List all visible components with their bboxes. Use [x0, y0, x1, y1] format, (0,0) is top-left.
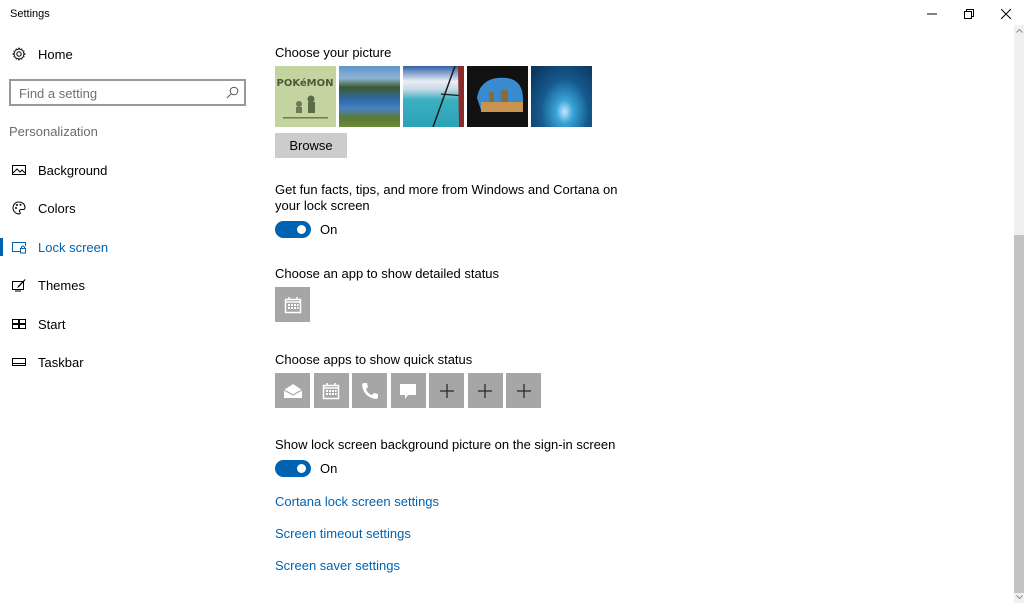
sidebar-item-label: Themes — [38, 278, 85, 293]
sidebar-item-label: Background — [38, 163, 108, 178]
palette-icon — [12, 201, 26, 215]
detailed-status-heading: Choose an app to show detailed status — [275, 266, 500, 281]
signin-bg-toggle[interactable] — [275, 460, 311, 477]
message-icon — [400, 383, 416, 399]
sidebar-item-label: Colors — [38, 201, 76, 216]
start-icon — [12, 319, 26, 329]
phone-icon — [361, 382, 378, 399]
title-bar: Settings — [0, 0, 1024, 30]
detailed-status-app-button[interactable] — [275, 287, 310, 322]
window-title: Settings — [10, 8, 50, 20]
search-input[interactable]: Find a setting — [9, 79, 246, 106]
quick-status-mail-button[interactable] — [275, 373, 310, 408]
nav-home-label: Home — [38, 47, 73, 62]
active-indicator — [0, 238, 3, 256]
thumbnail-ice-cave[interactable] — [531, 66, 592, 127]
fun-facts-toggle[interactable] — [275, 221, 311, 238]
taskbar-icon — [12, 358, 26, 366]
sidebar-item-background[interactable]: Background — [0, 155, 260, 185]
choose-picture-heading: Choose your picture — [275, 45, 392, 60]
scroll-thumb[interactable] — [1014, 235, 1024, 593]
search-icon[interactable] — [226, 86, 239, 99]
thumbnail-beach-cave[interactable] — [467, 66, 528, 127]
section-label: Personalization — [9, 124, 98, 139]
sidebar-item-lock-screen[interactable]: Lock screen — [0, 232, 260, 262]
scroll-down-button[interactable] — [1014, 591, 1024, 603]
chevron-down-icon — [1015, 595, 1023, 599]
toggle-knob — [297, 464, 306, 473]
close-icon — [1001, 9, 1011, 19]
quick-status-apps — [275, 373, 541, 408]
fun-facts-toggle-row: On — [275, 221, 475, 239]
search-placeholder: Find a setting — [19, 86, 98, 101]
signin-bg-label: Show lock screen background picture on t… — [275, 437, 616, 452]
sidebar-item-label: Lock screen — [38, 240, 109, 255]
mail-icon — [283, 383, 302, 398]
screen-timeout-settings-link[interactable]: Screen timeout settings — [275, 526, 411, 541]
sidebar-item-taskbar[interactable]: Taskbar — [0, 347, 260, 377]
toggle-knob — [297, 225, 306, 234]
browse-button[interactable]: Browse — [275, 133, 347, 158]
picture-icon — [12, 165, 26, 175]
cortana-lock-screen-settings-link[interactable]: Cortana lock screen settings — [275, 494, 439, 509]
nav-home[interactable]: Home — [0, 44, 260, 66]
quick-status-add-button[interactable] — [506, 373, 541, 408]
calendar-icon — [322, 382, 340, 399]
quick-status-heading: Choose apps to show quick status — [275, 352, 473, 367]
plus-icon — [478, 383, 492, 398]
chevron-up-icon — [1015, 29, 1023, 33]
fun-facts-state: On — [320, 222, 338, 237]
thumbnail-mountain-lake[interactable] — [339, 66, 400, 127]
sidebar: Home Find a setting Personalization Back… — [0, 30, 260, 608]
lock-screen-icon — [12, 242, 26, 254]
vertical-scrollbar[interactable] — [1014, 25, 1024, 603]
screen-saver-settings-link[interactable]: Screen saver settings — [275, 558, 400, 573]
sidebar-item-themes[interactable]: Themes — [0, 270, 260, 300]
quick-status-phone-button[interactable] — [352, 373, 387, 408]
minimize-icon — [927, 13, 937, 15]
svg-text:POKéMON: POKéMON — [276, 77, 333, 89]
plus-icon — [439, 383, 454, 398]
sidebar-item-label: Taskbar — [38, 355, 84, 370]
gear-icon — [12, 47, 26, 61]
sidebar-item-label: Start — [38, 317, 66, 332]
quick-status-message-button[interactable] — [390, 373, 426, 408]
fun-facts-label: Get fun facts, tips, and more from Windo… — [275, 182, 618, 213]
thumbnail-art: POKéMON — [276, 77, 334, 119]
themes-icon — [12, 279, 26, 292]
thumbnail-sea-from-plane[interactable] — [403, 66, 464, 127]
quick-status-add-button[interactable] — [467, 373, 503, 408]
quick-status-calendar-button[interactable] — [313, 373, 349, 408]
signin-bg-state: On — [320, 461, 338, 476]
thumbnail-art — [477, 77, 523, 112]
sidebar-item-colors[interactable]: Colors — [0, 193, 260, 223]
sidebar-item-start[interactable]: Start — [0, 309, 260, 339]
calendar-icon — [284, 296, 301, 313]
signin-bg-toggle-row: On — [275, 460, 475, 478]
quick-status-add-button[interactable] — [429, 373, 464, 408]
close-button[interactable] — [983, 0, 1024, 28]
picture-thumbnails: POKéMON — [275, 66, 592, 127]
scroll-up-button[interactable] — [1014, 25, 1024, 37]
thumbnail-pokemon[interactable]: POKéMON — [275, 66, 336, 127]
main-content: Choose your picture POKéMON Browse Get f… — [275, 30, 975, 608]
plus-icon — [516, 383, 531, 398]
thumbnail-art — [432, 66, 464, 127]
restore-icon — [964, 9, 974, 19]
